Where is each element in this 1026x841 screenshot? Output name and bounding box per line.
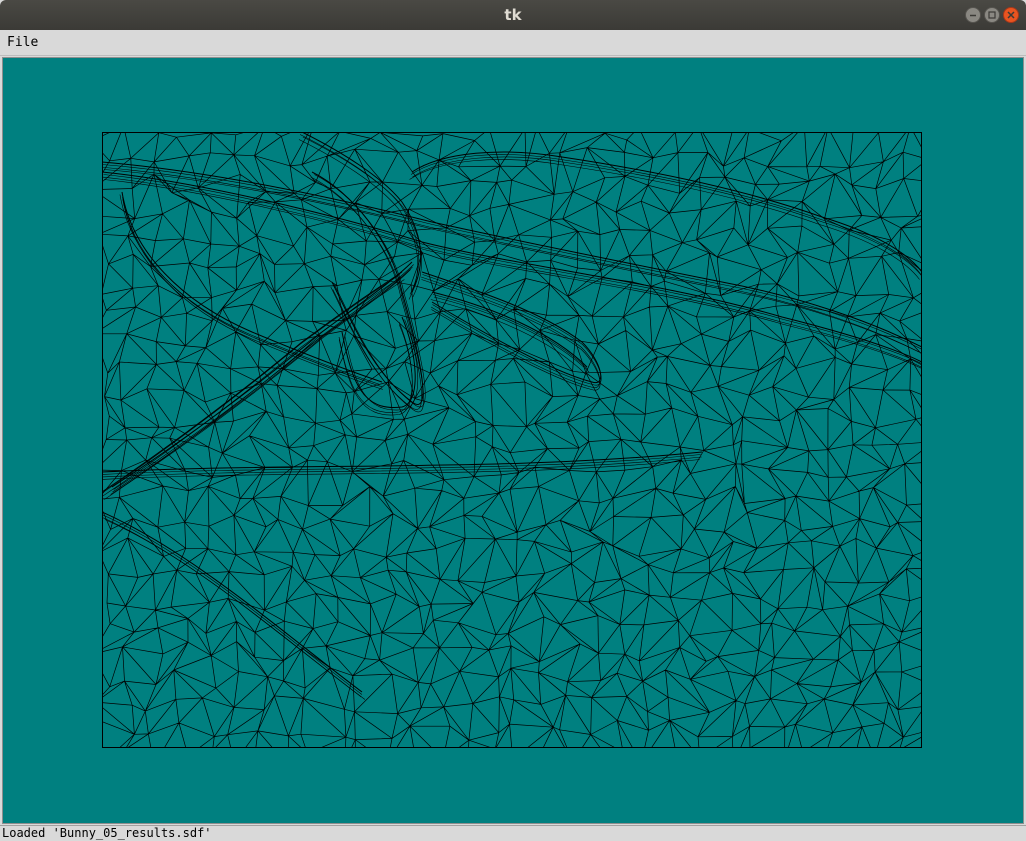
feature-strand: [102, 456, 702, 478]
maximize-button[interactable]: [984, 7, 1000, 23]
maximize-icon: [988, 11, 996, 19]
close-button[interactable]: [1003, 7, 1019, 23]
window-title: tk: [504, 6, 522, 24]
minimize-button[interactable]: [965, 7, 981, 23]
feature-strand: [102, 166, 920, 353]
feature-strand: [344, 319, 419, 411]
render-canvas[interactable]: [2, 57, 1024, 824]
close-icon: [1007, 11, 1015, 19]
menu-file[interactable]: File: [7, 35, 38, 50]
statusbar: Loaded 'Bunny_05_results.sdf': [0, 825, 1026, 841]
mesh-viewport[interactable]: [102, 132, 922, 748]
mesh-edges: [102, 132, 922, 748]
feature-strand: [102, 451, 703, 473]
minimize-icon: [970, 14, 976, 17]
menubar: File: [0, 30, 1026, 56]
feature-strand: [119, 194, 381, 385]
feature-strand: [103, 174, 922, 365]
window-titlebar[interactable]: tk: [0, 0, 1026, 30]
viewport-border: [102, 132, 922, 748]
mesh-features: [102, 132, 922, 700]
status-text: Loaded 'Bunny_05_results.sdf': [2, 826, 212, 840]
feature-strand: [102, 516, 362, 698]
wireframe-mesh: [102, 132, 922, 748]
feature-strand: [102, 459, 700, 480]
